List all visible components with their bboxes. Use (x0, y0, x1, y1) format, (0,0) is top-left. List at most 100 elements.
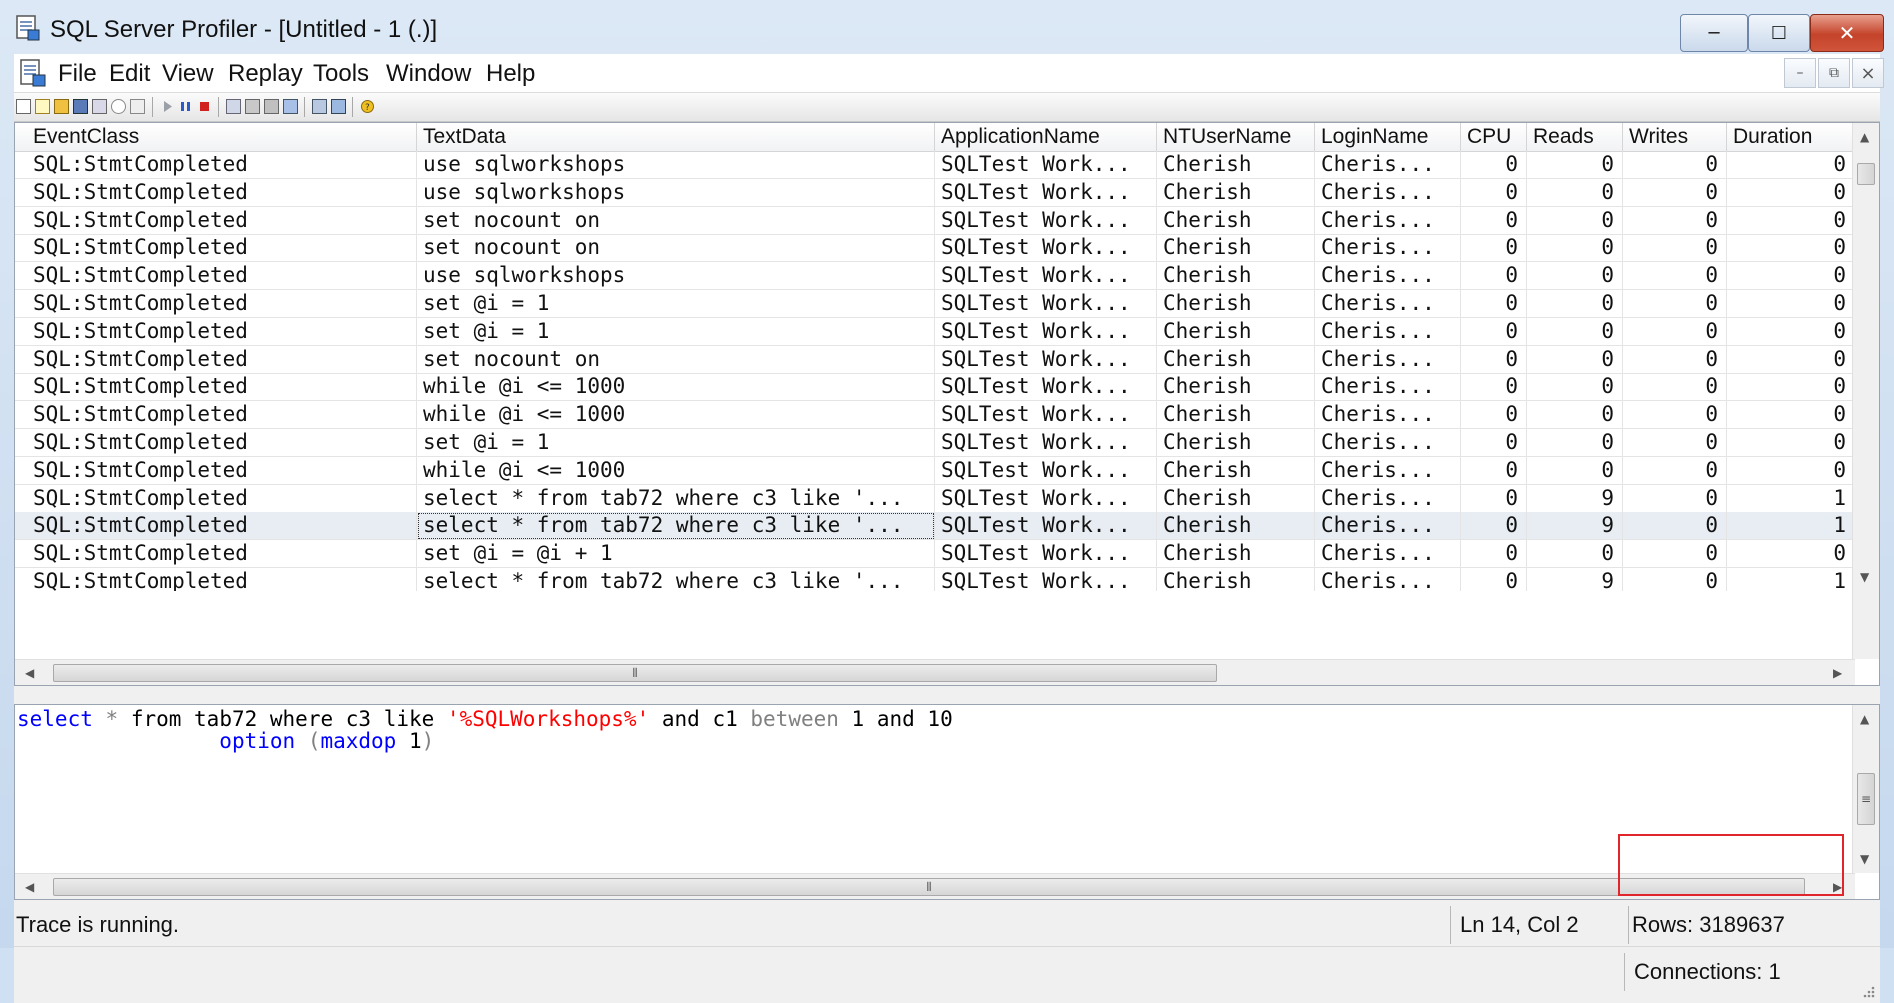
cell-eventclass: SQL:StmtCompleted (27, 178, 417, 207)
tuning-advisor-icon[interactable] (331, 99, 346, 114)
column-header-reads[interactable]: Reads (1527, 123, 1623, 151)
text-vertical-scroll-thumb[interactable]: ≡ (1857, 773, 1875, 825)
cell-loginname: Cheris... (1315, 512, 1461, 541)
help-icon[interactable]: ? (360, 99, 375, 114)
status-separator (1624, 953, 1625, 991)
mdi-restore-button[interactable]: ⧉ (1818, 58, 1850, 88)
pause-icon[interactable] (178, 99, 193, 114)
menu-help[interactable]: Help (486, 60, 535, 88)
cell-cpu: 0 (1461, 512, 1527, 541)
table-row[interactable]: SQL:StmtCompleted set nocount on SQLTest W… (15, 234, 1855, 263)
play-icon[interactable] (160, 99, 175, 114)
sql-token: c1 (699, 707, 751, 731)
cell-reads: 0 (1527, 178, 1623, 207)
table-row[interactable]: SQL:StmtCompleted use sqlworkshops SQLTest… (15, 151, 1855, 179)
column-header-applicationname[interactable]: ApplicationName (935, 123, 1157, 151)
text-scroll-down-arrow-icon[interactable]: ▼ (1860, 853, 1869, 865)
save-icon[interactable] (73, 99, 88, 114)
table-row[interactable]: SQL:StmtCompleted set @i = 1 SQLTest Work.… (15, 317, 1855, 346)
scroll-left-arrow-icon[interactable]: ◀ (25, 667, 34, 679)
grid-vertical-scrollbar[interactable]: ▲ ▼ (1852, 123, 1879, 659)
connections-count-text: Connections: 1 (1634, 959, 1781, 984)
column-header-duration[interactable]: Duration (1727, 123, 1855, 151)
column-filter-icon[interactable] (264, 99, 279, 114)
cell-ntusername: Cherish (1157, 568, 1315, 591)
text-data-pane[interactable]: select * from tab72 where c3 like '%SQLW… (14, 704, 1880, 900)
table-row[interactable]: SQL:StmtCompleted set nocount on SQLTest W… (15, 206, 1855, 235)
cell-reads: 0 (1527, 540, 1623, 569)
cell-applicationname: SQLTest Work... (935, 178, 1157, 207)
column-header-eventclass[interactable]: EventClass (27, 123, 417, 151)
column-header-loginname[interactable]: LoginName (1315, 123, 1461, 151)
activity-monitor-icon[interactable] (312, 99, 327, 114)
table-row[interactable]: SQL:StmtCompleted set nocount on SQLTest W… (15, 345, 1855, 374)
text-scroll-left-arrow-icon[interactable]: ◀ (25, 881, 34, 893)
grid-horizontal-scrollbar[interactable]: ◀ ⦀ ▶ (15, 659, 1855, 685)
mdi-minimize-button[interactable]: – (1784, 58, 1816, 88)
cell-applicationname: SQLTest Work... (935, 234, 1157, 263)
table-row[interactable]: SQL:StmtCompleted while @i <= 1000 SQLTest… (15, 401, 1855, 430)
text-vertical-scrollbar[interactable]: ▲ ≡ ▼ (1852, 705, 1879, 873)
column-header-cpu[interactable]: CPU (1461, 123, 1527, 151)
mdi-close-button[interactable]: × (1852, 58, 1884, 88)
table-row[interactable]: SQL:StmtCompleted set @i = 1 SQLTest Work.… (15, 290, 1855, 318)
table-row[interactable]: SQL:StmtCompleted set @i = 1 SQLTest Work.… (15, 429, 1855, 457)
column-header-textdata[interactable]: TextData (417, 123, 935, 151)
table-row[interactable]: SQL:StmtCompleted while @i <= 1000 SQLTest… (15, 456, 1855, 485)
auto-scroll-icon[interactable] (283, 99, 298, 114)
menu-edit[interactable]: Edit (109, 60, 150, 88)
cell-cpu: 0 (1461, 429, 1527, 457)
cell-eventclass: SQL:StmtCompleted (27, 373, 417, 402)
find-icon[interactable] (111, 99, 126, 114)
cell-eventclass: SQL:StmtCompleted (27, 151, 417, 179)
new-trace-icon[interactable] (16, 99, 31, 114)
cell-writes: 0 (1623, 512, 1727, 541)
menu-view[interactable]: View (162, 60, 214, 88)
events-selection-icon[interactable] (226, 99, 241, 114)
menu-replay[interactable]: Replay (228, 60, 303, 88)
sql-token: select (17, 707, 93, 731)
scroll-down-arrow-icon[interactable]: ▼ (1860, 571, 1869, 583)
cell-reads: 0 (1527, 151, 1623, 179)
column-header-writes[interactable]: Writes (1623, 123, 1727, 151)
minimize-button[interactable]: ─ (1680, 14, 1748, 52)
scroll-up-arrow-icon[interactable]: ▲ (1860, 131, 1869, 143)
table-row[interactable]: SQL:StmtCompleted select * from tab72 whe… (15, 484, 1855, 513)
table-row[interactable]: SQL:StmtCompleted while @i <= 1000 SQLTest… (15, 373, 1855, 402)
properties-icon[interactable] (92, 99, 107, 114)
column-header-ntusername[interactable]: NTUserName (1157, 123, 1315, 151)
trace-grid[interactable]: EventClass TextData ApplicationName NTUserN… (14, 122, 1880, 686)
grid-vertical-scroll-thumb[interactable] (1857, 163, 1875, 185)
maximize-button[interactable]: ☐ (1748, 14, 1810, 52)
table-row[interactable]: SQL:StmtCompleted use sqlworkshops SQLTest… (15, 262, 1855, 291)
cell-eventclass: SQL:StmtCompleted (27, 429, 417, 457)
cell-reads: 9 (1527, 484, 1623, 513)
open-folder-icon[interactable] (54, 99, 69, 114)
stop-icon[interactable] (197, 99, 212, 114)
table-row[interactable]: SQL:StmtCompleted use sqlworkshops SQLTest… (15, 178, 1855, 207)
clear-icon[interactable] (130, 99, 145, 114)
menu-window[interactable]: Window (386, 60, 471, 88)
cell-textdata: set @i = @i + 1 (417, 540, 935, 569)
resize-grip-icon[interactable] (1860, 983, 1876, 999)
text-horizontal-scroll-thumb[interactable]: ⦀ (53, 878, 1805, 896)
text-scroll-up-arrow-icon[interactable]: ▲ (1860, 713, 1869, 725)
scroll-right-arrow-icon[interactable]: ▶ (1833, 667, 1842, 679)
menu-file[interactable]: File (58, 60, 97, 88)
cell-loginname: Cheris... (1315, 429, 1461, 457)
new-template-icon[interactable] (35, 99, 50, 114)
cell-ntusername: Cherish (1157, 540, 1315, 569)
grid-horizontal-scroll-thumb[interactable]: ⦀ (53, 664, 1217, 682)
table-row[interactable]: SQL:StmtCompleted select * from tab72 whe… (15, 512, 1855, 541)
template-properties-icon[interactable] (245, 99, 260, 114)
menu-tools[interactable]: Tools (313, 60, 369, 88)
profiler-app-icon (16, 15, 40, 41)
text-horizontal-scrollbar[interactable]: ◀ ⦀ ▶ (15, 873, 1855, 899)
table-row[interactable]: SQL:StmtCompleted select * from tab72 whe… (15, 568, 1855, 591)
close-button[interactable]: ✕ (1810, 14, 1884, 52)
table-row[interactable]: SQL:StmtCompleted set @i = @i + 1 SQLTest … (15, 540, 1855, 569)
cell-eventclass: SQL:StmtCompleted (27, 206, 417, 235)
document-icon[interactable] (18, 58, 48, 88)
